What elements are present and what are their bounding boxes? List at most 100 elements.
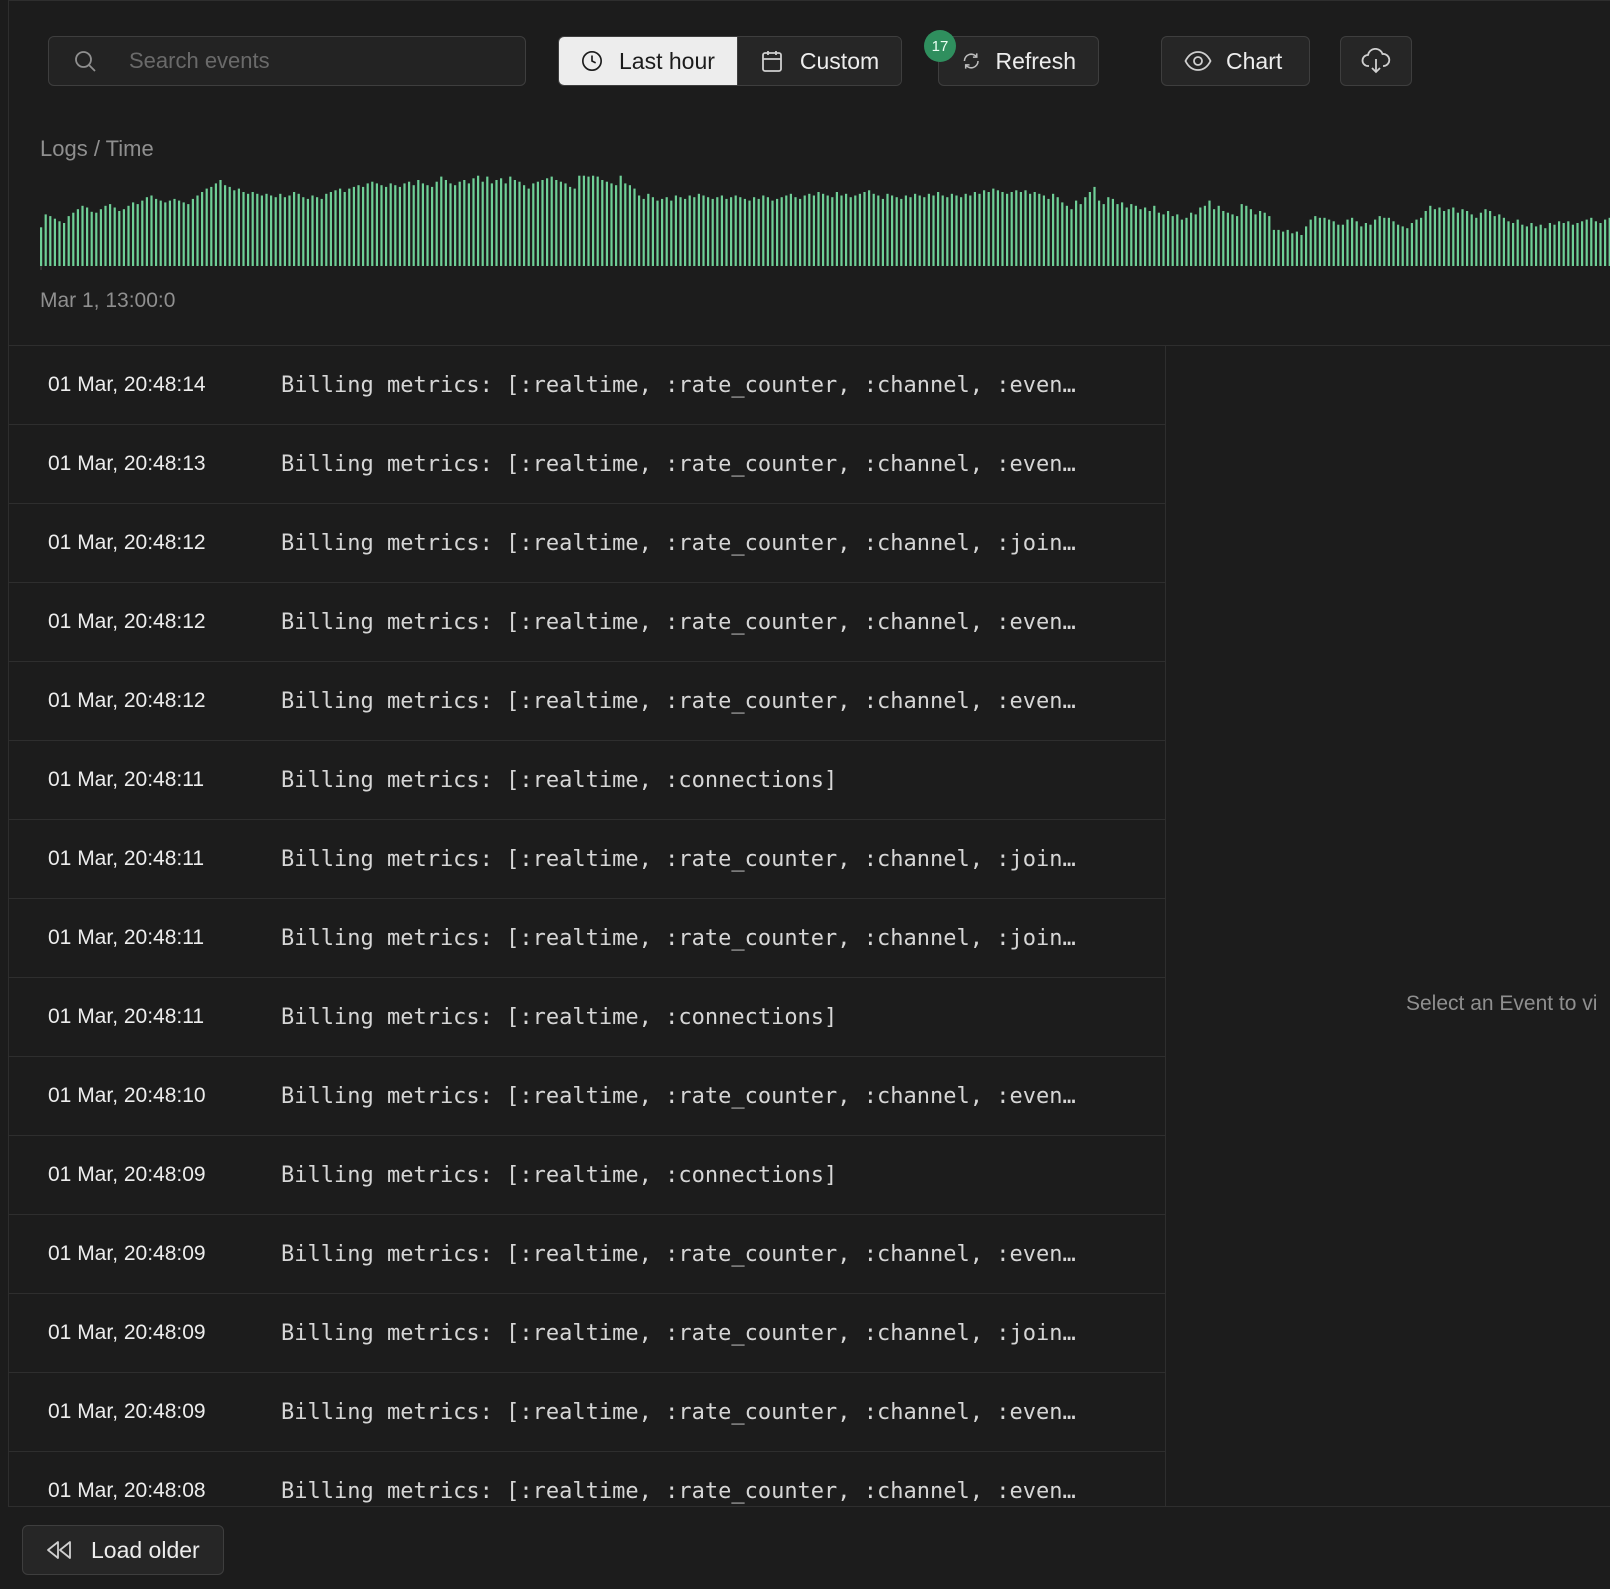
histogram-bar[interactable] [1259,211,1262,266]
histogram-bar[interactable] [1153,205,1156,266]
histogram-bar[interactable] [739,197,742,266]
histogram-bar[interactable] [1093,186,1096,266]
histogram-bar[interactable] [449,183,452,266]
histogram-bar[interactable] [150,195,153,267]
histogram-bar[interactable] [104,205,107,266]
histogram-bar[interactable] [1079,204,1082,266]
histogram-bar[interactable] [44,214,47,266]
histogram-bar[interactable] [191,198,194,266]
histogram-bar[interactable] [1553,224,1556,266]
histogram-bar[interactable] [1452,207,1455,267]
histogram-bar[interactable] [927,193,930,266]
histogram-bar[interactable] [224,185,227,266]
histogram-bar[interactable] [274,197,277,266]
refresh-button[interactable]: Refresh [938,36,1099,86]
histogram-bar[interactable] [49,216,52,266]
histogram-bar[interactable] [1364,223,1367,266]
histogram-bar[interactable] [316,197,319,266]
log-row[interactable]: 01 Mar, 20:48:09 Billing metrics: [:realt… [8,1373,1165,1452]
histogram-bar[interactable] [458,181,461,266]
histogram-bar[interactable] [1392,221,1395,266]
histogram-bar[interactable] [1075,200,1078,266]
histogram-bar[interactable] [1111,198,1114,266]
histogram-bar[interactable] [486,176,489,266]
histogram-bar[interactable] [918,195,921,267]
histogram-bar[interactable] [808,193,811,266]
histogram-bar[interactable] [1355,221,1358,266]
search-input[interactable] [127,47,491,75]
histogram-bar[interactable] [1318,217,1321,266]
histogram-bar[interactable] [592,175,595,266]
histogram-bar[interactable] [72,212,75,266]
histogram-bar[interactable] [969,195,972,267]
histogram-bar[interactable] [421,183,424,266]
histogram-bar[interactable] [1286,229,1289,266]
histogram-bar[interactable] [426,185,429,266]
histogram-bar[interactable] [1107,197,1110,266]
histogram-bar[interactable] [743,198,746,266]
histogram-bar[interactable] [1585,219,1588,266]
histogram-bar[interactable] [86,207,89,267]
histogram-bar[interactable] [615,185,618,266]
histogram-bar[interactable] [1456,212,1459,266]
histogram-bar[interactable] [1443,211,1446,266]
histogram-bar[interactable] [559,181,562,266]
histogram-bar[interactable] [1042,195,1045,267]
histogram-bar[interactable] [270,195,273,267]
histogram-bar[interactable] [311,195,314,267]
histogram-bar[interactable] [168,200,171,266]
histogram-bar[interactable] [1590,217,1593,266]
histogram-bar[interactable] [762,195,765,267]
histogram-bar[interactable] [1475,217,1478,266]
histogram-bar[interactable] [734,195,737,267]
histogram-bar[interactable] [794,197,797,266]
histogram-bar[interactable] [440,176,443,266]
histogram-bar[interactable] [472,178,475,266]
histogram-bar[interactable] [205,188,208,266]
histogram-bar[interactable] [1571,224,1574,266]
histogram-bar[interactable] [1576,223,1579,266]
histogram-bar[interactable] [1024,190,1027,266]
histogram-bar[interactable] [1309,219,1312,266]
histogram-bar[interactable] [1015,190,1018,266]
histogram-bar[interactable] [1581,221,1584,266]
histogram-bar[interactable] [711,198,714,266]
histogram-bar[interactable] [1263,212,1266,266]
histogram-bar[interactable] [1498,214,1501,266]
histogram-bar[interactable] [610,183,613,266]
histogram-bar[interactable] [145,197,148,266]
histogram-bar[interactable] [780,197,783,266]
histogram-bar[interactable] [1369,224,1372,266]
histogram-bar[interactable] [596,176,599,266]
histogram-bar[interactable] [1429,205,1432,266]
histogram-bar[interactable] [1213,209,1216,266]
histogram-bar[interactable] [1332,221,1335,266]
histogram-bar[interactable] [329,192,332,266]
histogram-bar[interactable] [490,183,493,266]
histogram-bar[interactable] [1562,223,1565,266]
histogram-bar[interactable] [247,193,250,266]
histogram-bar[interactable] [297,193,300,266]
log-row[interactable]: 01 Mar, 20:48:09 Billing metrics: [:realt… [8,1136,1165,1215]
histogram-bar[interactable] [803,195,806,267]
histogram-bar[interactable] [716,197,719,266]
histogram-bar[interactable] [854,195,857,267]
histogram-bar[interactable] [1065,205,1068,266]
histogram-bar[interactable] [688,195,691,267]
histogram-bar[interactable] [702,195,705,267]
histogram-bar[interactable] [1006,193,1009,266]
histogram-bar[interactable] [725,198,728,266]
histogram-bar[interactable] [265,193,268,266]
histogram-bar[interactable] [1240,204,1243,266]
histogram-bar[interactable] [95,212,98,266]
histogram-bar[interactable] [417,180,420,266]
histogram-bar[interactable] [127,205,130,266]
histogram-bar[interactable] [518,181,521,266]
load-older-button[interactable]: Load older [22,1525,224,1575]
histogram-bar[interactable] [1010,192,1013,266]
histogram-bar[interactable] [500,178,503,266]
histogram-bar[interactable] [771,200,774,266]
histogram-bar[interactable] [1084,197,1087,266]
histogram-bar[interactable] [776,198,779,266]
histogram-bar[interactable] [1139,209,1142,266]
